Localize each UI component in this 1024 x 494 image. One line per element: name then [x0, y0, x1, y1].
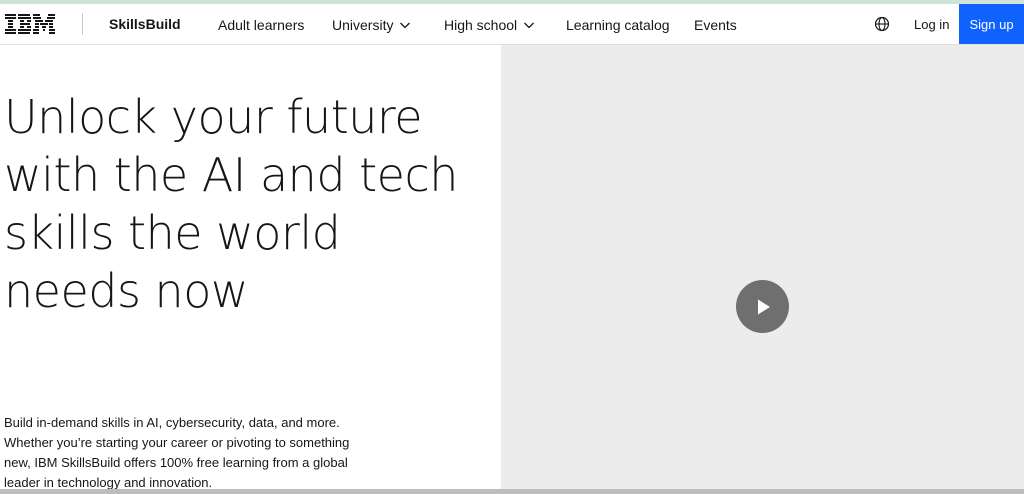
nav-item-events[interactable]: Events [694, 17, 737, 33]
nav-divider [82, 13, 83, 35]
window-bottom-edge [0, 489, 1024, 494]
play-icon [757, 299, 770, 314]
chevron-down-icon [524, 22, 535, 29]
hero-title: Unlock your future with the AI and tech … [4, 90, 458, 318]
chevron-down-icon [400, 22, 411, 29]
ibm-logo[interactable] [5, 14, 55, 34]
hero-description: Build in-demand skills in AI, cybersecur… [4, 415, 350, 490]
nav-item-label: University [332, 17, 394, 33]
nav-item-learning-catalog[interactable]: Learning catalog [566, 17, 670, 33]
brand-name[interactable]: SkillsBuild [109, 16, 181, 32]
globe-icon[interactable] [874, 16, 890, 32]
nav-item-label: Adult learners [218, 17, 305, 33]
nav-item-label: Learning catalog [566, 17, 670, 33]
hero-section: Unlock your future with the AI and tech … [0, 45, 501, 490]
signup-button[interactable]: Sign up [959, 4, 1024, 44]
nav-item-high-school[interactable]: High school [444, 17, 535, 33]
play-button[interactable] [736, 280, 789, 333]
video-player[interactable] [501, 45, 1024, 490]
nav-item-university[interactable]: University [332, 17, 411, 33]
top-navbar: SkillsBuild Adult learners University Hi… [0, 4, 1024, 45]
nav-item-label: Events [694, 17, 737, 33]
login-link[interactable]: Log in [914, 17, 949, 32]
nav-item-adult-learners[interactable]: Adult learners [218, 17, 304, 33]
nav-item-label: High school [444, 17, 518, 33]
